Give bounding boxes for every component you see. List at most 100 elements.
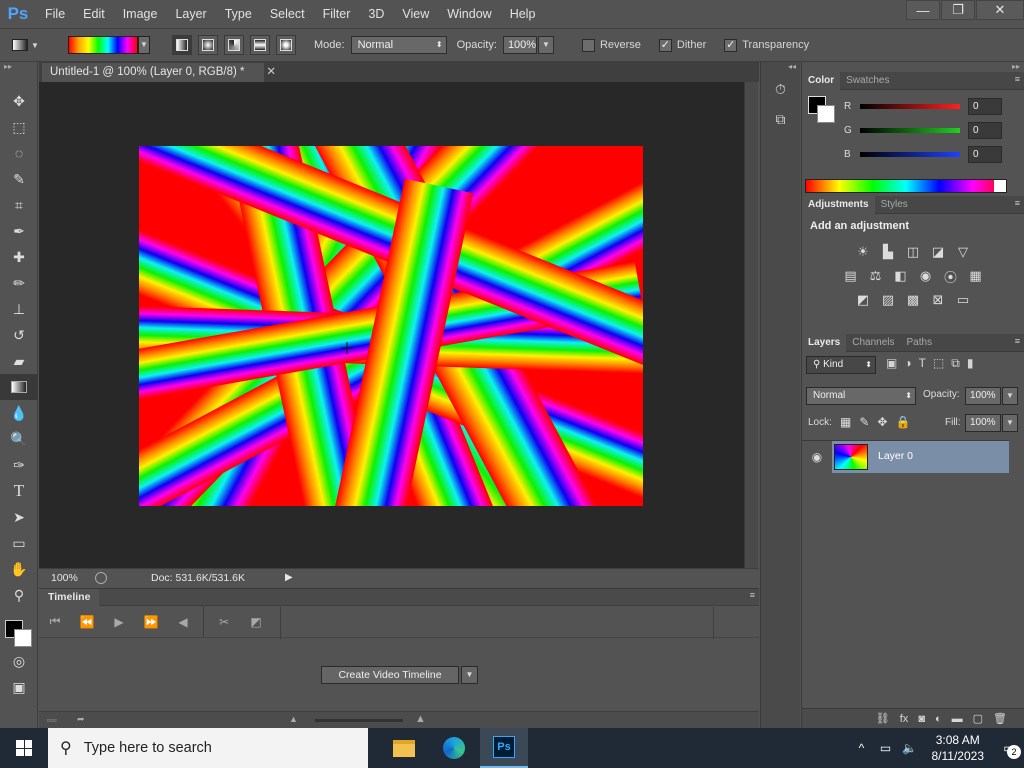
- menu-view[interactable]: View: [393, 0, 438, 28]
- exposure-icon[interactable]: ◪: [928, 242, 948, 262]
- mode-select[interactable]: Normal ⬍: [350, 36, 447, 54]
- chevron-down-icon[interactable]: ▼: [1002, 414, 1018, 432]
- menu-layer[interactable]: Layer: [166, 0, 215, 28]
- zoom-out-mountain-icon[interactable]: ▲: [289, 714, 298, 724]
- hue-saturation-icon[interactable]: ▤: [841, 266, 861, 286]
- tool-preset-picker[interactable]: ▼: [12, 33, 56, 57]
- move-tool-icon[interactable]: ✥: [0, 88, 38, 114]
- pixel-filter-icon[interactable]: ▣: [886, 356, 897, 371]
- green-slider[interactable]: [860, 127, 960, 133]
- smart-object-filter-icon[interactable]: ⧉: [951, 356, 960, 371]
- lasso-tool-icon[interactable]: ◌: [0, 140, 38, 166]
- color-spectrum[interactable]: [805, 179, 1007, 193]
- edge-button[interactable]: [430, 728, 478, 768]
- posterize-icon[interactable]: ▨: [878, 290, 898, 310]
- linear-gradient-button[interactable]: [172, 35, 192, 55]
- gradient-map-icon[interactable]: ▭: [953, 290, 973, 310]
- opacity-input[interactable]: 100%: [502, 36, 537, 54]
- background-color-swatch[interactable]: [817, 105, 835, 123]
- screen-mode-icon[interactable]: ▣: [0, 674, 38, 700]
- background-color-swatch[interactable]: [14, 629, 32, 647]
- fx-icon[interactable]: fx: [900, 713, 909, 725]
- layer-filter-select[interactable]: ⚲ Kind ⬍: [806, 356, 876, 374]
- clock[interactable]: 3:08 AM 8/11/2023: [932, 732, 985, 764]
- create-video-timeline-button[interactable]: Create Video Timeline: [321, 666, 459, 684]
- shape-filter-icon[interactable]: ⬚: [933, 356, 944, 371]
- menu-edit[interactable]: Edit: [74, 0, 114, 28]
- tab-color[interactable]: Color: [802, 71, 841, 90]
- menu-help[interactable]: Help: [501, 0, 545, 28]
- link-layers-icon[interactable]: ⛓: [876, 712, 890, 725]
- chevron-up-icon[interactable]: ^: [850, 741, 874, 755]
- scissors-icon[interactable]: ✂: [208, 606, 240, 638]
- restore-button[interactable]: ❐: [941, 0, 975, 20]
- audio-icon[interactable]: ◀: [167, 606, 199, 638]
- pen-tool-icon[interactable]: ✑: [0, 452, 38, 478]
- angle-gradient-button[interactable]: [224, 35, 244, 55]
- menu-type[interactable]: Type: [216, 0, 261, 28]
- panel-menu-icon[interactable]: ≡: [750, 590, 755, 600]
- menu-file[interactable]: File: [36, 0, 74, 28]
- vibrance-icon[interactable]: ▽: [953, 242, 973, 262]
- channel-mixer-icon[interactable]: ⦿: [941, 266, 961, 286]
- reverse-checkbox-box[interactable]: [581, 38, 595, 52]
- panel-menu-icon[interactable]: ≡: [1015, 336, 1020, 346]
- start-button[interactable]: [0, 728, 48, 768]
- lock-all-icon[interactable]: 🔒: [895, 415, 910, 429]
- tab-styles[interactable]: Styles: [875, 196, 914, 214]
- document-image[interactable]: [139, 146, 643, 506]
- marquee-tool-icon[interactable]: ⬚: [0, 114, 38, 140]
- selective-color-icon[interactable]: ⊠: [928, 290, 948, 310]
- red-slider[interactable]: [860, 103, 960, 109]
- menu-filter[interactable]: Filter: [314, 0, 360, 28]
- brush-tool-icon[interactable]: ✏: [0, 270, 38, 296]
- type-filter-icon[interactable]: T: [919, 356, 926, 371]
- vertical-scrollbar[interactable]: [744, 82, 758, 568]
- history-brush-tool-icon[interactable]: ↺: [0, 322, 38, 348]
- tab-swatches[interactable]: Swatches: [840, 72, 895, 90]
- gradient-preview[interactable]: [68, 36, 138, 54]
- lock-transparent-icon[interactable]: ▦: [840, 415, 851, 429]
- properties-panel-icon[interactable]: ⧉: [765, 106, 797, 132]
- menu-3d[interactable]: 3D: [359, 0, 393, 28]
- blue-value-input[interactable]: 0: [968, 145, 1002, 163]
- document-tab[interactable]: Untitled-1 @ 100% (Layer 0, RGB/8) * ✕: [42, 63, 276, 82]
- menu-window[interactable]: Window: [438, 0, 500, 28]
- file-explorer-button[interactable]: [380, 728, 428, 768]
- transparency-checkbox[interactable]: ✓ Transparency: [724, 38, 809, 52]
- add-mask-icon[interactable]: ◙: [918, 713, 925, 725]
- black-white-icon[interactable]: ◧: [891, 266, 911, 286]
- dodge-tool-icon[interactable]: 🔍: [0, 426, 38, 452]
- blur-tool-icon[interactable]: 💧: [0, 400, 38, 426]
- type-tool-icon[interactable]: T: [0, 478, 38, 504]
- gradient-dropdown-icon[interactable]: ▼: [138, 36, 150, 54]
- red-value-input[interactable]: 0: [968, 97, 1002, 115]
- photoshop-taskbar-button[interactable]: Ps: [480, 728, 528, 768]
- tab-layers[interactable]: Layers: [802, 333, 847, 352]
- tab-channels[interactable]: Channels: [846, 334, 900, 352]
- tab-paths[interactable]: Paths: [901, 334, 939, 352]
- transparency-checkbox-box[interactable]: ✓: [724, 38, 738, 52]
- dither-checkbox-box[interactable]: ✓: [658, 38, 672, 52]
- green-value-input[interactable]: 0: [968, 121, 1002, 139]
- color-balance-icon[interactable]: ⚖: [866, 266, 886, 286]
- zoom-in-mountain-icon[interactable]: ▲: [415, 713, 426, 725]
- panel-menu-icon[interactable]: ≡: [1015, 74, 1020, 84]
- path-select-tool-icon[interactable]: ➤: [0, 504, 38, 530]
- zoom-slider[interactable]: [315, 719, 403, 722]
- levels-icon[interactable]: ▙: [878, 242, 898, 262]
- menu-select[interactable]: Select: [261, 0, 314, 28]
- rectangle-tool-icon[interactable]: ▭: [0, 530, 38, 556]
- close-tab-icon[interactable]: ✕: [266, 63, 276, 82]
- filter-toggle-icon[interactable]: ▮: [967, 356, 974, 371]
- zoom-level[interactable]: 100%: [39, 572, 89, 584]
- invert-icon[interactable]: ◩: [853, 290, 873, 310]
- photo-filter-icon[interactable]: ◉: [916, 266, 936, 286]
- chevron-down-icon[interactable]: ▼: [1002, 387, 1018, 405]
- crop-tool-icon[interactable]: ⌗: [0, 192, 38, 218]
- chevron-down-icon[interactable]: ▼: [461, 666, 478, 684]
- reflected-gradient-button[interactable]: [250, 35, 270, 55]
- gradient-picker[interactable]: ▼: [68, 36, 150, 54]
- tab-adjustments[interactable]: Adjustments: [802, 195, 875, 214]
- adjustment-filter-icon[interactable]: ◑: [904, 356, 911, 371]
